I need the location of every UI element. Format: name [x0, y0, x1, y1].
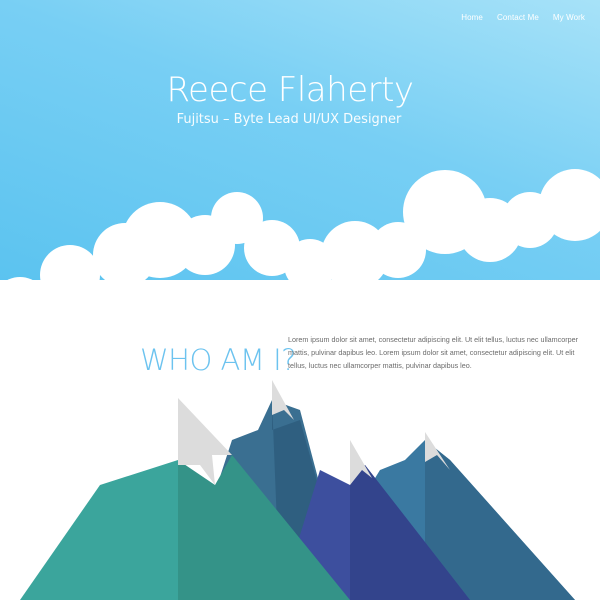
mountains-illustration — [20, 380, 575, 600]
